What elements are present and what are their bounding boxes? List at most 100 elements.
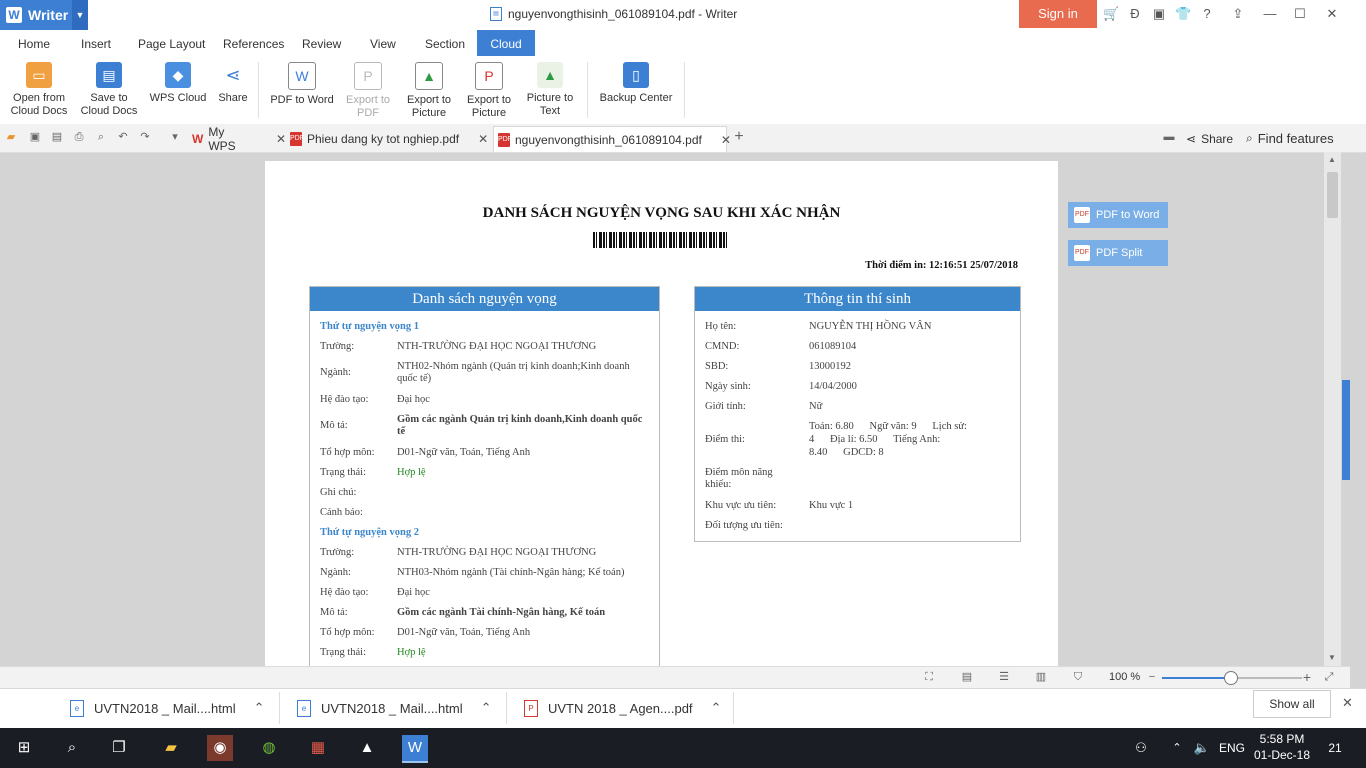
layout-icon[interactable]: ▬ bbox=[1162, 130, 1176, 144]
folder-cloud-icon: ▭ bbox=[26, 62, 52, 88]
ribbon-divider bbox=[684, 62, 685, 118]
side-pdf-to-word-button[interactable]: PDF PDF to Word bbox=[1068, 202, 1168, 228]
tab-insert[interactable]: Insert bbox=[75, 30, 117, 56]
tab-references[interactable]: References bbox=[217, 30, 290, 56]
zoom-out-icon[interactable]: − bbox=[1145, 670, 1159, 684]
open-icon[interactable]: ▰ bbox=[4, 130, 18, 144]
input-language[interactable]: ENG bbox=[1219, 741, 1245, 755]
share-tab-button[interactable]: ⋖ Share bbox=[1186, 126, 1233, 151]
close-tab-icon[interactable]: ✕ bbox=[721, 133, 731, 147]
export-to-pdf-button[interactable]: P Export to PDF bbox=[342, 58, 394, 120]
tab-page-layout[interactable]: Page Layout bbox=[132, 30, 211, 56]
chevron-down-icon[interactable]: ▾ bbox=[168, 130, 182, 144]
fullscreen-icon[interactable]: ⤢ bbox=[1322, 670, 1336, 684]
doc-tab-my-wps[interactable]: W My WPS ✕ bbox=[192, 125, 286, 153]
office-app-icon[interactable]: ▦ bbox=[305, 735, 331, 761]
save-icon[interactable]: ▣ bbox=[28, 130, 42, 144]
upload-icon[interactable]: ⇪ bbox=[1230, 6, 1246, 22]
redo-icon[interactable]: ↷ bbox=[138, 130, 152, 144]
download-item[interactable]: e UVTN2018 _ Mail....html ⌃ bbox=[70, 697, 265, 719]
vertical-scrollbar[interactable] bbox=[1324, 152, 1341, 666]
download-item[interactable]: e UVTN2018 _ Mail....html ⌃ bbox=[297, 697, 492, 719]
close-tab-icon[interactable]: ✕ bbox=[478, 132, 488, 146]
new-tab-icon[interactable]: + bbox=[732, 129, 746, 145]
continuous-page-icon[interactable]: ☰ bbox=[997, 670, 1011, 684]
share-button[interactable]: ⋖ Share bbox=[214, 58, 252, 105]
wps-writer-taskbar-icon[interactable]: W bbox=[402, 735, 428, 763]
find-features-button[interactable]: ⌕ Find features bbox=[1246, 126, 1334, 151]
chevron-down-icon[interactable]: ▼ bbox=[72, 0, 88, 30]
minimize-icon[interactable]: — bbox=[1262, 6, 1278, 22]
wps-cloud-button[interactable]: ◆ WPS Cloud bbox=[148, 58, 208, 105]
scrollbar-thumb[interactable] bbox=[1327, 172, 1338, 218]
close-icon[interactable]: ✕ bbox=[1342, 695, 1353, 711]
export-pdf-to-picture-button[interactable]: P Export to Picture bbox=[462, 58, 516, 120]
photos-app-icon[interactable]: ▲ bbox=[354, 735, 380, 761]
tab-cloud[interactable]: Cloud bbox=[477, 30, 535, 56]
download-item[interactable]: P UVTN 2018 _ Agen....pdf ⌃ bbox=[524, 697, 721, 719]
reading-mode-icon[interactable]: ▥ bbox=[1034, 670, 1048, 684]
save-to-cloud-button[interactable]: ▤ Save to Cloud Docs bbox=[78, 58, 140, 118]
export-to-picture-button[interactable]: ▲ Export to Picture bbox=[402, 58, 456, 120]
chevron-up-icon[interactable]: ⌃ bbox=[711, 700, 722, 716]
scroll-up-icon[interactable]: ▲ bbox=[1328, 155, 1336, 164]
pdf-file-icon: P bbox=[524, 699, 538, 717]
doc-tab-phieu[interactable]: PDF Phieu dang ky tot nghiep.pdf ✕ bbox=[290, 126, 490, 151]
save-as-icon[interactable]: ▤ bbox=[50, 130, 64, 144]
side-pdf-split-button[interactable]: PDF PDF Split bbox=[1068, 240, 1168, 266]
pdf-to-word-button[interactable]: W PDF to Word bbox=[266, 58, 338, 107]
app-menu-button[interactable]: W Writer ▼ bbox=[0, 0, 88, 30]
scroll-down-icon[interactable]: ▼ bbox=[1328, 653, 1336, 662]
html-file-icon: e bbox=[297, 699, 311, 717]
zoom-slider-knob[interactable] bbox=[1224, 671, 1238, 685]
candidate-info-header: Thông tin thí sinh bbox=[695, 287, 1020, 311]
game-app-icon[interactable]: ◉ bbox=[207, 735, 233, 761]
skin-icon[interactable]: ▣ bbox=[1151, 6, 1167, 22]
app-name: Writer bbox=[28, 7, 69, 23]
help-icon[interactable]: ? bbox=[1199, 6, 1215, 22]
single-page-icon[interactable]: ▤ bbox=[960, 670, 974, 684]
tab-view[interactable]: View bbox=[364, 30, 402, 56]
shirt-icon[interactable]: 👕 bbox=[1175, 6, 1191, 22]
clock[interactable]: 5:58 PM 01-Dec-18 bbox=[1250, 731, 1314, 763]
template-icon[interactable]: Ð bbox=[1127, 6, 1143, 22]
chevron-up-icon[interactable]: ⌃ bbox=[254, 700, 265, 716]
volume-icon[interactable]: 🔈 bbox=[1189, 735, 1215, 761]
print-icon[interactable]: ⎙ bbox=[72, 130, 86, 144]
open-from-cloud-button[interactable]: ▭ Open from Cloud Docs bbox=[8, 58, 70, 118]
backup-center-button[interactable]: ▯ Backup Center bbox=[596, 58, 676, 105]
maximize-icon[interactable]: ☐ bbox=[1292, 6, 1308, 22]
print-preview-icon[interactable]: ⌕ bbox=[94, 130, 108, 144]
tab-home[interactable]: Home bbox=[12, 30, 56, 56]
coccoc-browser-icon[interactable]: ◍ bbox=[256, 735, 282, 761]
sign-in-button[interactable]: Sign in bbox=[1019, 0, 1097, 28]
chevron-up-icon[interactable]: ⌃ bbox=[1164, 735, 1190, 761]
doc-tab-nguyenvong[interactable]: PDF nguyenvongthisinh_061089104.pdf ✕ bbox=[493, 126, 731, 152]
people-icon[interactable]: ⚇ bbox=[1128, 735, 1154, 761]
chevron-up-icon[interactable]: ⌃ bbox=[481, 700, 492, 716]
ribbon-divider bbox=[587, 62, 588, 118]
show-all-button[interactable]: Show all bbox=[1253, 690, 1331, 718]
fit-page-icon[interactable]: ⛶ bbox=[922, 670, 936, 684]
windows-start-icon[interactable]: ⊞ bbox=[11, 735, 37, 761]
task-view-icon[interactable]: ❐ bbox=[106, 735, 132, 761]
side-panel-toggle[interactable] bbox=[1342, 380, 1350, 480]
undo-icon[interactable]: ↶ bbox=[116, 130, 130, 144]
picture-to-text-button[interactable]: ▲ Picture to Text bbox=[522, 58, 578, 118]
close-tab-icon[interactable]: ✕ bbox=[276, 132, 286, 146]
pdf-word-icon: W bbox=[288, 62, 316, 90]
search-icon[interactable]: ⌕ bbox=[59, 735, 85, 761]
window-title: ▤ nguyenvongthisinh_061089104.pdf - Writ… bbox=[490, 7, 737, 21]
zoom-in-icon[interactable]: + bbox=[1300, 670, 1314, 684]
close-icon[interactable]: ✕ bbox=[1324, 6, 1340, 22]
file-explorer-icon[interactable]: ▰ bbox=[158, 735, 184, 761]
print-time: Thời điểm in: 12:16:51 25/07/2018 bbox=[865, 260, 1018, 271]
tab-section[interactable]: Section bbox=[419, 30, 471, 56]
tab-review[interactable]: Review bbox=[296, 30, 347, 56]
zoom-level[interactable]: 100 % bbox=[1109, 671, 1140, 683]
export-pdf-icon: P bbox=[354, 62, 382, 90]
notification-center-icon[interactable]: 21 bbox=[1322, 735, 1348, 761]
cart-icon[interactable]: 🛒 bbox=[1103, 6, 1119, 22]
eye-protection-icon[interactable]: ⛉ bbox=[1071, 670, 1085, 684]
ribbon-divider bbox=[258, 62, 259, 118]
